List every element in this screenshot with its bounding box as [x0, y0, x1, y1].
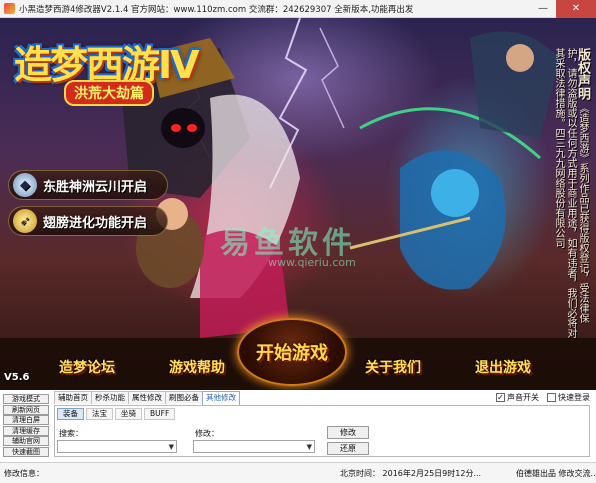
- subtab-equipment[interactable]: 装备: [57, 408, 84, 420]
- game-banner: 造梦西游IV 洪荒大劫篇 ◆ 东胜神洲云川开启 ➶ 翅膀进化功能开启 版权声明 …: [0, 18, 596, 390]
- game-logo: 造梦西游IV 洪荒大劫篇: [14, 30, 200, 112]
- title-bar: 小黑造梦西游4修改器V2.1.4 官方网站：www.110zm.com 交流群：…: [0, 0, 596, 18]
- main-tabs: 辅助首页 秒杀功能 属性修改 刷图必备 其他修改: [54, 391, 240, 405]
- chevron-down-icon: ▼: [168, 442, 174, 451]
- sound-toggle-label: 声音开关: [507, 393, 539, 402]
- tab-panel: 装备 法宝 坐骑 BUFF 搜索： 修改： ▼ ▼ 修改 还原: [54, 405, 590, 457]
- forum-button[interactable]: 造梦论坛: [52, 356, 122, 378]
- feature-banner-2: ➶ 翅膀进化功能开启: [8, 206, 168, 236]
- help-button[interactable]: 游戏帮助: [162, 356, 232, 378]
- sound-toggle[interactable]: ✓ 声音开关: [496, 392, 539, 403]
- tab-attributes[interactable]: 属性修改: [128, 391, 166, 404]
- subtab-buff[interactable]: BUFF: [144, 408, 176, 420]
- quick-login-toggle[interactable]: 快速登录: [547, 392, 590, 403]
- quick-screenshot-button[interactable]: 快速截图: [3, 446, 49, 457]
- feature-label-1: 东胜神洲云川开启: [43, 179, 148, 195]
- tab-instant-kill[interactable]: 秒杀功能: [91, 391, 129, 404]
- sub-tabs: 装备 法宝 坐骑 BUFF: [57, 408, 177, 420]
- window-controls: — ✕: [530, 0, 596, 18]
- crystal-icon: ◆: [13, 173, 37, 197]
- refresh-page-button[interactable]: 刷新网页: [3, 404, 49, 415]
- options-checkboxes: ✓ 声音开关 快速登录: [496, 392, 590, 403]
- edit-dropdown[interactable]: ▼: [193, 440, 315, 453]
- watermark-url: www.qieriu.com: [268, 256, 356, 269]
- subtab-mount[interactable]: 坐骑: [115, 408, 142, 420]
- feature-label-2: 翅膀进化功能开启: [43, 215, 148, 231]
- quick-login-label: 快速登录: [558, 393, 590, 402]
- sidebar: 游戏模式 刷新网页 清理白屏 清理缓存 辅助官网 快速截图: [3, 394, 49, 457]
- about-button[interactable]: 关于我们: [358, 356, 428, 378]
- minimize-button[interactable]: —: [530, 0, 556, 18]
- modify-button[interactable]: 修改: [327, 426, 369, 439]
- app-icon: [4, 3, 15, 14]
- beijing-time: 北京时间： 2016年2月25日9时12分...: [340, 469, 482, 478]
- chevron-down-icon: ▼: [306, 442, 312, 451]
- search-dropdown[interactable]: ▼: [57, 440, 177, 453]
- feature-banner-1: ◆ 东胜神洲云川开启: [8, 170, 168, 200]
- copyright-title: 版权声明: [575, 48, 590, 100]
- status-credit: 伯德雄出品 修改交流...: [516, 469, 596, 478]
- copyright-notice: 版权声明 《造梦西游》系列作品已获得版权登记，受法律保护，请勿盗版或以任何方式用…: [532, 48, 590, 338]
- tab-home[interactable]: 辅助首页: [54, 391, 92, 404]
- start-game-button[interactable]: 开始游戏: [237, 318, 347, 386]
- restore-button[interactable]: 还原: [327, 442, 369, 455]
- subtab-treasure[interactable]: 法宝: [86, 408, 113, 420]
- search-label: 搜索：: [59, 429, 83, 438]
- tab-farming[interactable]: 刷图必备: [165, 391, 203, 404]
- window-title: 小黑造梦西游4修改器V2.1.4 官方网站：www.110zm.com 交流群：…: [19, 4, 414, 15]
- edit-label: 修改：: [195, 429, 219, 438]
- status-bar: 修改信息： 北京时间： 2016年2月25日9时12分... 伯德雄出品 修改交…: [0, 462, 596, 483]
- game-mode-button[interactable]: 游戏模式: [3, 394, 49, 404]
- tab-other-mods[interactable]: 其他修改: [202, 391, 240, 405]
- logo-subtitle: 洪荒大劫篇: [64, 80, 154, 106]
- exit-game-button[interactable]: 退出游戏: [468, 356, 538, 378]
- clear-cache-button[interactable]: 清理缓存: [3, 425, 49, 436]
- version-label: V5.6: [4, 372, 30, 383]
- status-label: 修改信息：: [4, 469, 44, 478]
- official-site-button[interactable]: 辅助官网: [3, 436, 49, 446]
- close-button[interactable]: ✕: [556, 0, 596, 18]
- checkbox-checked-icon[interactable]: ✓: [496, 393, 505, 402]
- checkbox-empty-icon[interactable]: [547, 393, 556, 402]
- clear-white-screen-button[interactable]: 清理白屏: [3, 415, 49, 425]
- wing-icon: ➶: [13, 209, 37, 233]
